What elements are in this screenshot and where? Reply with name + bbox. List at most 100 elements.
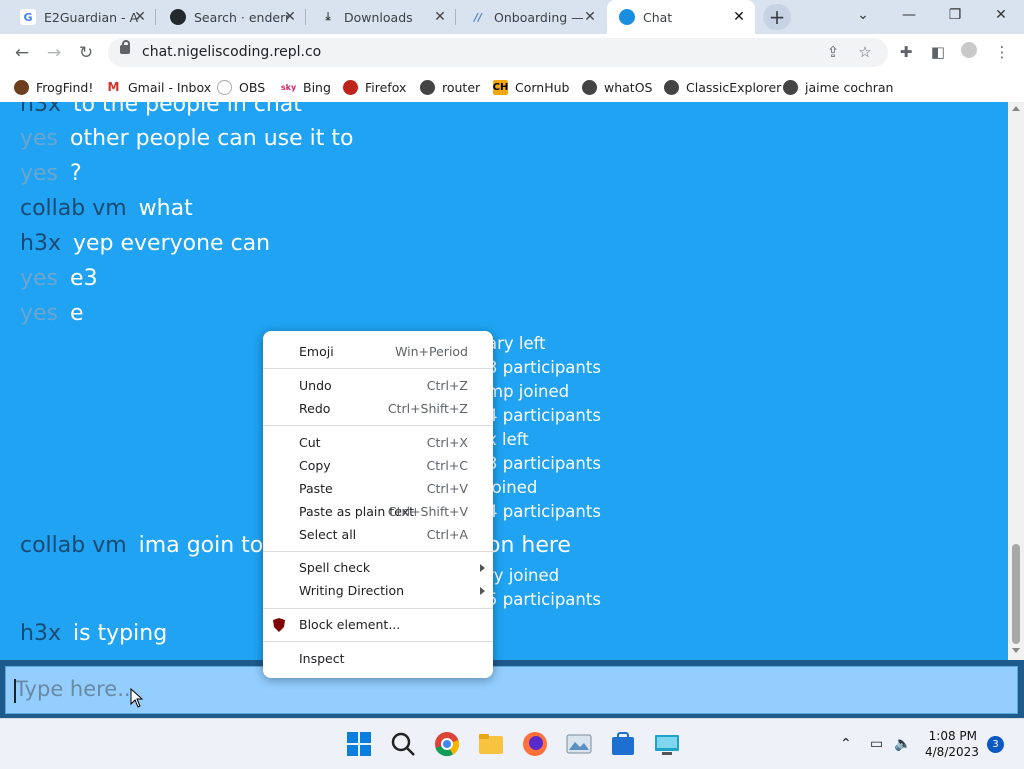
bookmark-cornhub[interactable]: CH CornHub — [493, 77, 569, 97]
bookmark-router[interactable]: router — [420, 77, 480, 97]
scrollbar-thumb[interactable] — [1012, 544, 1020, 644]
bookmark-jaime-cochran[interactable]: jaime cochran — [783, 77, 893, 97]
menu-item-emoji[interactable]: Emoji Win+Period — [263, 341, 493, 363]
tab-search-icon[interactable]: ⌄ — [840, 0, 886, 32]
windows-start-icon[interactable] — [345, 730, 373, 758]
menu-item-label: Undo — [299, 378, 332, 393]
menu-item-redo[interactable]: Redo Ctrl+Shift+Z — [263, 398, 493, 420]
network-icon[interactable]: ▭ — [870, 736, 883, 752]
message-username: h3x — [20, 231, 61, 256]
close-icon[interactable]: ✕ — [432, 9, 448, 25]
menu-dots-icon[interactable]: ⋮ — [992, 42, 1012, 62]
minimize-button[interactable]: — — [886, 0, 932, 32]
chat-input[interactable]: Type here... — [5, 666, 1018, 714]
menu-item-shortcut: Win+Period — [395, 344, 468, 359]
profile-avatar[interactable] — [959, 42, 979, 62]
back-arrow-icon[interactable]: ← — [9, 40, 35, 66]
download-icon: ⤓ — [325, 10, 331, 23]
bookmark-gmail[interactable]: M Gmail - Inbox — [106, 77, 211, 97]
tab-label: E2Guardian - Ac — [44, 9, 139, 25]
search-icon[interactable] — [389, 730, 417, 758]
firefox-icon[interactable] — [521, 730, 549, 758]
url-text: chat.nigeliscoding.repl.co — [142, 44, 322, 60]
tab-strip: G E2Guardian - Ac ✕ Search · enderm ✕ ⤓ … — [0, 0, 1024, 34]
notification-badge[interactable]: 3 — [987, 736, 1004, 753]
menu-item-paste[interactable]: Paste Ctrl+V — [263, 478, 493, 500]
chevron-up-icon[interactable]: ⌃ — [840, 736, 852, 752]
bookmark-frogfind[interactable]: FrogFind! — [14, 77, 93, 97]
reload-icon[interactable]: ↻ — [73, 40, 99, 66]
close-icon[interactable]: ✕ — [582, 9, 598, 25]
tab-label: Search · enderm — [194, 9, 289, 25]
lock-icon[interactable] — [120, 40, 130, 54]
message-text: ima goin to — [138, 533, 264, 558]
close-icon[interactable]: ✕ — [282, 9, 298, 25]
menu-item-shortcut: Ctrl+C — [426, 458, 468, 473]
frog-icon — [14, 79, 29, 95]
system-notice: mp joined — [487, 382, 570, 401]
menu-item-spell-check[interactable]: Spell check — [263, 557, 493, 579]
gmail-icon: M — [106, 79, 121, 95]
close-icon[interactable]: ✕ — [132, 9, 148, 25]
star-icon[interactable]: ☆ — [856, 43, 874, 61]
bookmark-whatos[interactable]: whatOS — [582, 77, 652, 97]
maximize-button[interactable]: ❐ — [932, 0, 978, 32]
message-text: is typing — [72, 621, 168, 646]
menu-divider — [263, 368, 493, 369]
message-username: h3x — [20, 621, 61, 646]
file-explorer-icon[interactable] — [477, 730, 505, 758]
bookmark-classicexplorer[interactable]: ClassicExplorer — [664, 77, 781, 97]
tab-downloads[interactable]: ⤓ Downloads ✕ — [308, 0, 456, 34]
close-window-button[interactable]: ✕ — [978, 0, 1024, 32]
bookmark-bing[interactable]: sky Bing — [281, 77, 331, 97]
menu-item-cut[interactable]: Cut Ctrl+X — [263, 432, 493, 454]
menu-item-label: Inspect — [299, 651, 345, 666]
menu-item-paste-plain-text[interactable]: Paste as plain text Ctrl+Shift+V — [263, 501, 493, 523]
tab-e2guardian[interactable]: G E2Guardian - Ac ✕ — [8, 0, 156, 34]
system-clock[interactable]: 1:08 PM 4/8/2023 — [925, 728, 979, 760]
bookmark-obs[interactable]: OBS — [217, 77, 265, 97]
share-icon[interactable]: ⇪ — [824, 43, 842, 61]
remote-desktop-icon[interactable] — [653, 730, 681, 758]
menu-item-undo[interactable]: Undo Ctrl+Z — [263, 375, 493, 397]
scroll-down-arrow-icon[interactable] — [1012, 648, 1020, 653]
bookmark-firefox[interactable]: Firefox — [343, 77, 406, 97]
submenu-arrow-icon — [480, 564, 485, 572]
menu-item-select-all[interactable]: Select all Ctrl+A — [263, 524, 493, 546]
browser-toolbar: ← → ↻ chat.nigeliscoding.repl.co ⇪ ☆ ✚ ◧… — [0, 34, 1024, 71]
chrome-icon[interactable] — [433, 730, 461, 758]
chat-message: yes e3 — [20, 266, 98, 291]
forward-arrow-icon[interactable]: → — [41, 40, 67, 66]
side-panel-icon[interactable]: ◧ — [928, 42, 948, 62]
globe-icon — [582, 79, 597, 95]
tab-onboarding[interactable]: // Onboarding — ✕ — [458, 0, 606, 34]
replit-icon: // — [473, 10, 483, 24]
page-scrollbar[interactable] — [1008, 102, 1024, 660]
menu-divider — [263, 425, 493, 426]
menu-item-writing-direction[interactable]: Writing Direction — [263, 580, 493, 602]
volume-icon[interactable]: 🔈 — [894, 736, 911, 752]
extensions-icon[interactable]: ✚ — [896, 42, 916, 62]
message-username: h3x — [20, 102, 61, 117]
bookmark-label: router — [442, 79, 481, 95]
close-icon[interactable]: ✕ — [731, 9, 747, 25]
scroll-up-arrow-icon[interactable] — [1012, 106, 1020, 111]
message-text: e — [70, 301, 84, 326]
address-bar[interactable]: chat.nigeliscoding.repl.co ⇪ ☆ — [108, 38, 888, 67]
chat-message: h3x to the people in chat — [20, 102, 302, 117]
bookmarks-bar: FrogFind! M Gmail - Inbox OBS sky Bing F… — [0, 71, 1024, 103]
store-icon[interactable] — [609, 730, 637, 758]
tab-search[interactable]: Search · enderm ✕ — [158, 0, 306, 34]
github-icon — [170, 9, 186, 25]
tab-chat[interactable]: Chat ✕ — [607, 0, 755, 34]
photos-app-icon[interactable] — [565, 730, 593, 758]
menu-item-shortcut: Ctrl+A — [426, 527, 468, 542]
menu-item-copy[interactable]: Copy Ctrl+C — [263, 455, 493, 477]
new-tab-button[interactable]: + — [763, 4, 791, 30]
menu-item-label: Copy — [299, 458, 331, 473]
menu-item-inspect[interactable]: Inspect — [263, 648, 493, 670]
menu-item-block-element[interactable]: Block element... — [263, 614, 493, 636]
context-menu: Emoji Win+Period Undo Ctrl+Z Redo Ctrl+S… — [263, 331, 493, 678]
google-icon: G — [20, 9, 36, 25]
menu-item-shortcut: Ctrl+Shift+V — [387, 504, 468, 519]
